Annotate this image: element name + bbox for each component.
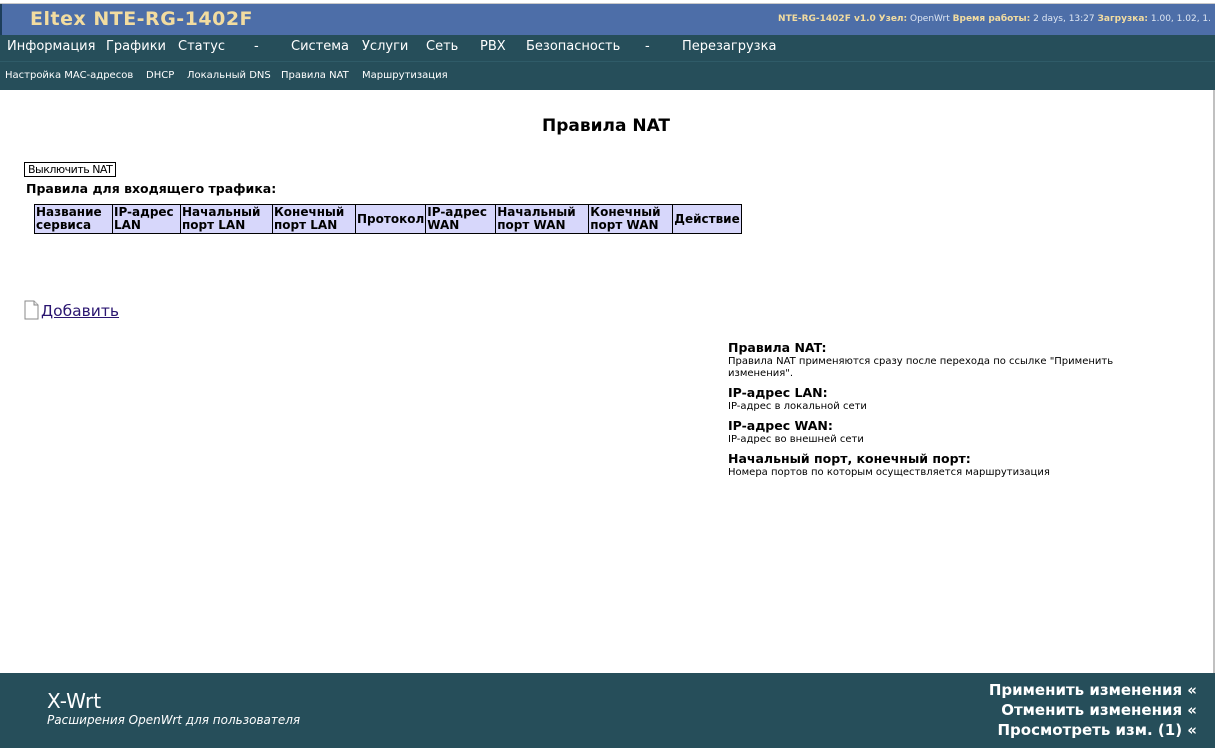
sub-nav: Настройка MAC-адресов DHCP Локальный DNS… <box>0 61 1215 90</box>
app-title: Eltex NTE-RG-1402F <box>30 8 254 30</box>
uptime-value: 2 days, 13:27 <box>1033 14 1095 24</box>
page-title: Правила NAT <box>541 116 671 136</box>
col-lan-end-port: Конечный порт LAN <box>272 204 356 234</box>
col-service-name: Название сервиса <box>34 204 113 234</box>
nav-services[interactable]: Услуги <box>362 39 408 54</box>
add-rule-link[interactable]: Добавить <box>24 300 119 320</box>
col-protocol: Протокол <box>354 204 427 234</box>
load-value: 1.00, 1.02, 1. <box>1150 14 1211 24</box>
uptime-label: Время работы: <box>952 14 1031 24</box>
nav-security[interactable]: Безопасность <box>526 39 620 54</box>
col-wan-ip: IP-адрес WAN <box>425 204 497 234</box>
help-text: Правила NAT применяются сразу после пере… <box>728 356 1114 379</box>
device-model: NTE-RG-1402F v1.0 <box>778 14 876 24</box>
main-nav: Информация Графики Статус - Система Услу… <box>0 35 1215 61</box>
header-bar: Eltex NTE-RG-1402F NTE-RG-1402F v1.0 Узе… <box>0 4 1215 35</box>
cancel-changes-link[interactable]: Отменить изменения « <box>1001 701 1197 719</box>
col-wan-start-port: Начальный порт WAN <box>495 204 590 234</box>
document-icon <box>24 300 39 320</box>
nav-status[interactable]: Статус <box>178 39 225 54</box>
status-line: NTE-RG-1402F v1.0 Узел: OpenWrt Время ра… <box>778 14 1211 24</box>
help-title: IP-адрес WAN: <box>728 418 833 433</box>
nav-system[interactable]: Система <box>291 39 349 54</box>
table-header-row: Название сервиса IP-адрес LAN Начальный пор… <box>34 204 742 234</box>
apply-changes-link[interactable]: Применить изменения « <box>989 681 1197 699</box>
nav-separator: - <box>254 39 259 54</box>
col-lan-ip: IP-адрес LAN <box>112 204 181 234</box>
nav-separator: - <box>645 39 650 54</box>
rules-table: Название сервиса IP-адрес LAN Начальный пор… <box>34 204 742 234</box>
host-value: OpenWrt <box>910 14 950 24</box>
add-rule-label[interactable]: Добавить <box>41 302 119 320</box>
load-label: Загрузка: <box>1097 14 1149 24</box>
nav-reboot[interactable]: Перезагрузка <box>682 39 776 54</box>
help-panel: Правила NAT: Правила NAT применяются сра… <box>728 340 1168 484</box>
help-text: IP-адрес в локальной сети <box>728 401 867 412</box>
footer: X-Wrt Расширения OpenWrt для пользовател… <box>0 673 1215 748</box>
rules-heading: Правила для входящего трафика: <box>26 181 277 196</box>
help-text: Номера портов по которым осуществляется … <box>728 467 1050 478</box>
col-lan-start-port: Начальный порт LAN <box>180 204 273 234</box>
nav-info[interactable]: Информация <box>7 39 95 54</box>
subnav-routing[interactable]: Маршрутизация <box>362 70 448 81</box>
review-changes-link[interactable]: Просмотреть изм. (1) « <box>997 721 1197 739</box>
subnav-dhcp[interactable]: DHCP <box>146 70 174 81</box>
nav-graphs[interactable]: Графики <box>106 39 166 54</box>
col-wan-end-port: Конечный порт WAN <box>588 204 674 234</box>
help-title: IP-адрес LAN: <box>728 385 828 400</box>
nav-pbx[interactable]: PBX <box>480 39 506 54</box>
host-label: Узел: <box>878 14 908 24</box>
help-title: Начальный порт, конечный порт: <box>728 451 971 466</box>
subnav-nat-rules[interactable]: Правила NAT <box>281 70 349 81</box>
footer-tagline: Расширения OpenWrt для пользователя <box>47 713 301 727</box>
help-text: IP-адрес во внешней сети <box>728 434 864 445</box>
subnav-mac-settings[interactable]: Настройка MAC-адресов <box>5 70 133 81</box>
help-title: Правила NAT: <box>728 340 827 355</box>
subnav-local-dns[interactable]: Локальный DNS <box>187 70 271 81</box>
disable-nat-button[interactable]: Выключить NAT <box>24 162 117 177</box>
col-action: Действие <box>672 204 742 234</box>
nav-network[interactable]: Сеть <box>426 39 458 54</box>
footer-brand: X-Wrt <box>47 689 102 713</box>
